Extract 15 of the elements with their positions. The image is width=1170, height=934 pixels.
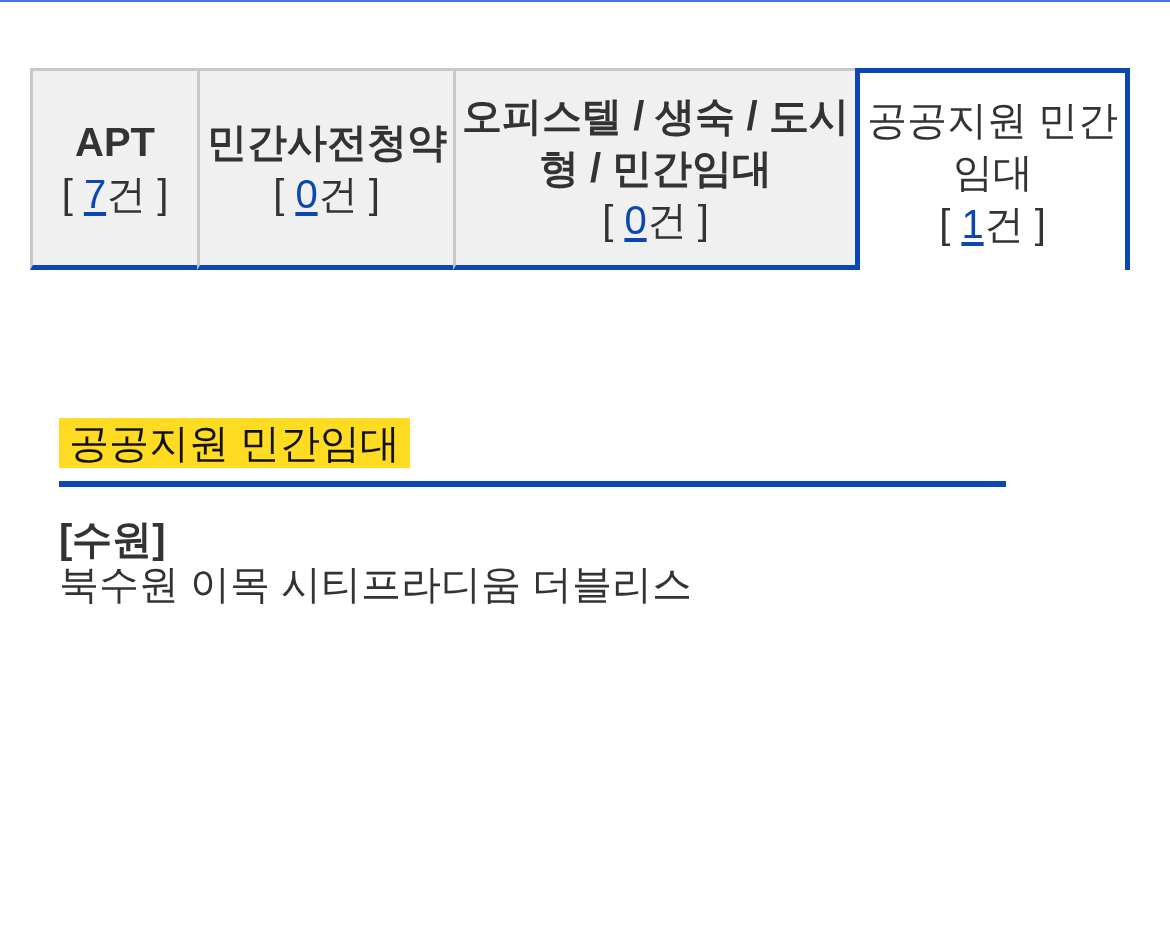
post-count: [ 0건 ] <box>602 197 709 244</box>
post-count: [ 0건 ] <box>273 171 380 218</box>
count-link[interactable]: 0 <box>624 198 647 242</box>
post-count: [ 7건 ] <box>61 171 169 218</box>
count-link[interactable]: 1 <box>961 201 984 246</box>
post-count: [ 1건 ] <box>939 200 1046 248</box>
category-tab[interactable]: 공공지원 민간임대 [ 1건 ] <box>855 68 1130 270</box>
count-link[interactable]: 7 <box>83 172 107 216</box>
category-tab[interactable]: APT [ 7건 ] <box>30 68 197 270</box>
listing-name: 북수원 이목 시티프라디움 더블리스 <box>59 562 693 607</box>
count-link[interactable]: 0 <box>295 172 318 216</box>
section-heading: 공공지원 민간임대 <box>59 418 411 468</box>
region-label: [수원] <box>59 517 166 562</box>
category-tab[interactable]: 민간사전청약 [ 0건 ] <box>197 68 453 270</box>
category-tab[interactable]: 오피스텔 / 생숙 / 도시형 / 민간임대 [ 0건 ] <box>453 68 855 270</box>
